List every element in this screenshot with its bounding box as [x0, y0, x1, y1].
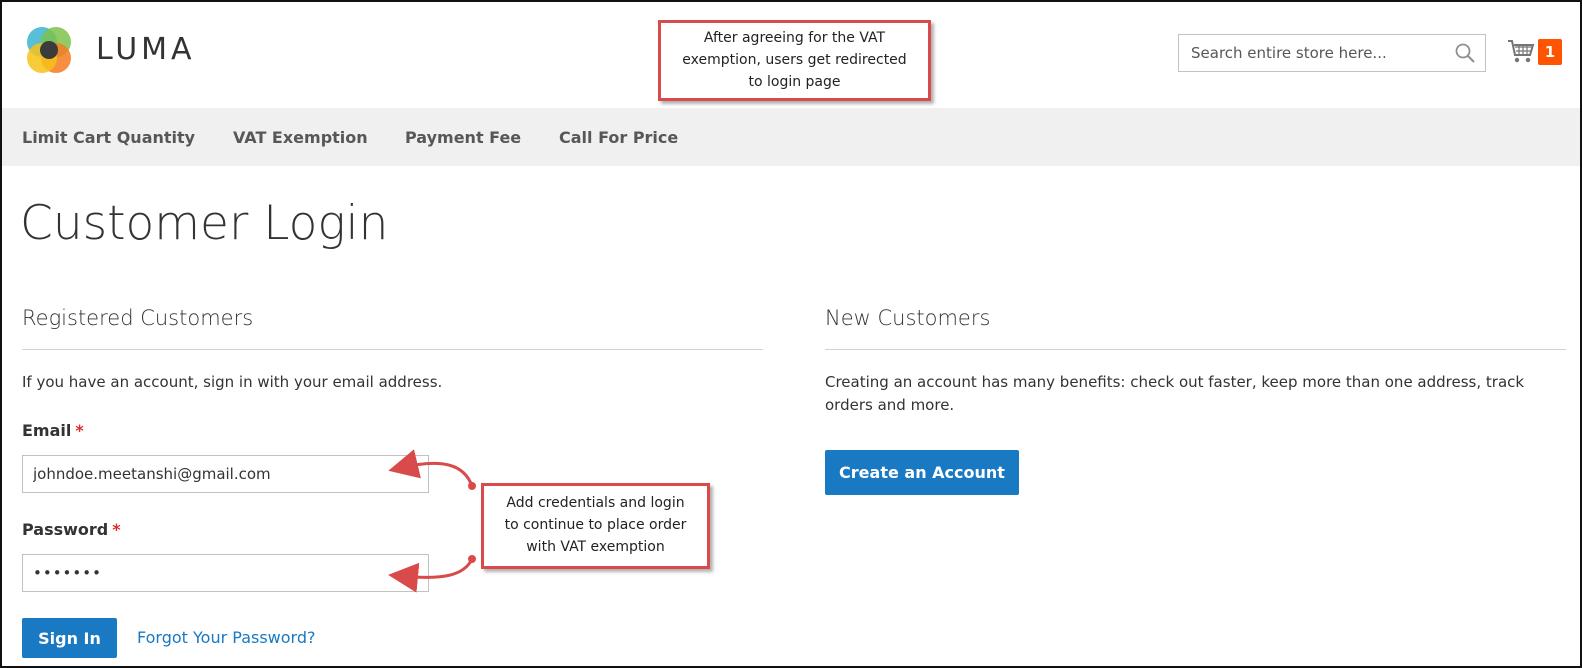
luma-logo-icon[interactable]: [20, 24, 78, 78]
email-label: Email *: [22, 421, 84, 440]
arrow-anchor: [468, 482, 476, 490]
cart-count-badge[interactable]: 1: [1538, 39, 1562, 65]
nav-item-limit-cart-quantity[interactable]: Limit Cart Quantity: [22, 128, 195, 147]
email-label-text: Email: [22, 421, 72, 440]
nav-item-payment-fee[interactable]: Payment Fee: [405, 128, 521, 147]
password-label: Password *: [22, 520, 121, 539]
new-customers-title: New Customers: [825, 306, 991, 330]
annotation-line: to login page: [748, 74, 841, 90]
nav-item-vat-exemption[interactable]: VAT Exemption: [233, 128, 368, 147]
registered-divider: [22, 349, 763, 350]
password-label-text: Password: [22, 520, 109, 539]
annotation-line: with VAT exemption: [526, 539, 665, 555]
forgot-password-link[interactable]: Forgot Your Password?: [137, 628, 316, 647]
new-customers-divider: [825, 349, 1566, 350]
new-customers-description: Creating an account has many benefits: c…: [825, 373, 1525, 414]
sign-in-button[interactable]: Sign In: [22, 618, 117, 658]
page-title: Customer Login: [20, 196, 389, 251]
annotation-line: Add credentials and login: [506, 495, 685, 511]
credentials-annotation: Add credentials and login to continue to…: [481, 483, 710, 569]
nav-item-call-for-price[interactable]: Call For Price: [559, 128, 678, 147]
password-field[interactable]: [22, 554, 429, 592]
arrow-anchor: [468, 555, 476, 563]
annotation-line: exemption, users get redirected: [682, 52, 907, 68]
browser-viewport: LUMA 1 Limit Cart Quantity VAT Exemption…: [0, 0, 1582, 668]
search-input[interactable]: [1178, 34, 1486, 72]
required-mark: *: [112, 520, 121, 539]
brand-name[interactable]: LUMA: [96, 32, 196, 67]
main-navigation: Limit Cart Quantity VAT Exemption Paymen…: [2, 108, 1580, 166]
annotation-line: to continue to place order: [504, 517, 687, 533]
registered-customers-title: Registered Customers: [22, 306, 254, 330]
cart-icon[interactable]: [1507, 37, 1535, 65]
search-icon[interactable]: [1454, 42, 1476, 64]
create-account-button[interactable]: Create an Account: [825, 450, 1019, 495]
required-mark: *: [75, 421, 84, 440]
redirect-annotation: After agreeing for the VAT exemption, us…: [658, 20, 931, 101]
email-field[interactable]: [22, 455, 429, 493]
registered-intro-text: If you have an account, sign in with you…: [22, 373, 443, 391]
annotation-line: After agreeing for the VAT: [703, 30, 886, 46]
